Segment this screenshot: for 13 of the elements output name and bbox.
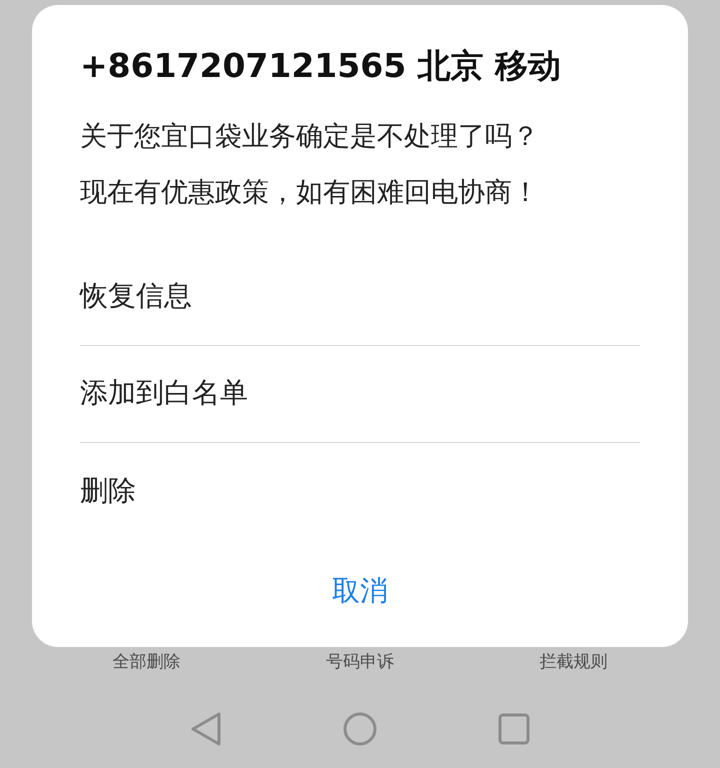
home-icon[interactable]: [342, 712, 377, 746]
dialog-title: +8617207121565 北京 移动: [80, 45, 562, 87]
cancel-button[interactable]: 取消: [316, 562, 404, 620]
menu-option[interactable]: 恢复信息: [80, 275, 192, 317]
message-text: 关于您宜口袋业务确定是不处理了吗？: [80, 120, 540, 154]
toolbar-label[interactable]: 号码申诉: [280, 650, 440, 676]
toolbar-label[interactable]: 全部删除: [66, 650, 227, 676]
message-text: 现在有优惠政策，如有困难回电协商！: [80, 176, 540, 210]
recents-icon[interactable]: [498, 713, 530, 745]
toolbar-label[interactable]: 拦截规则: [493, 650, 654, 676]
menu-option[interactable]: 添加到白名单: [80, 372, 248, 414]
menu-option[interactable]: 删除: [80, 470, 136, 512]
back-icon[interactable]: [190, 712, 222, 746]
